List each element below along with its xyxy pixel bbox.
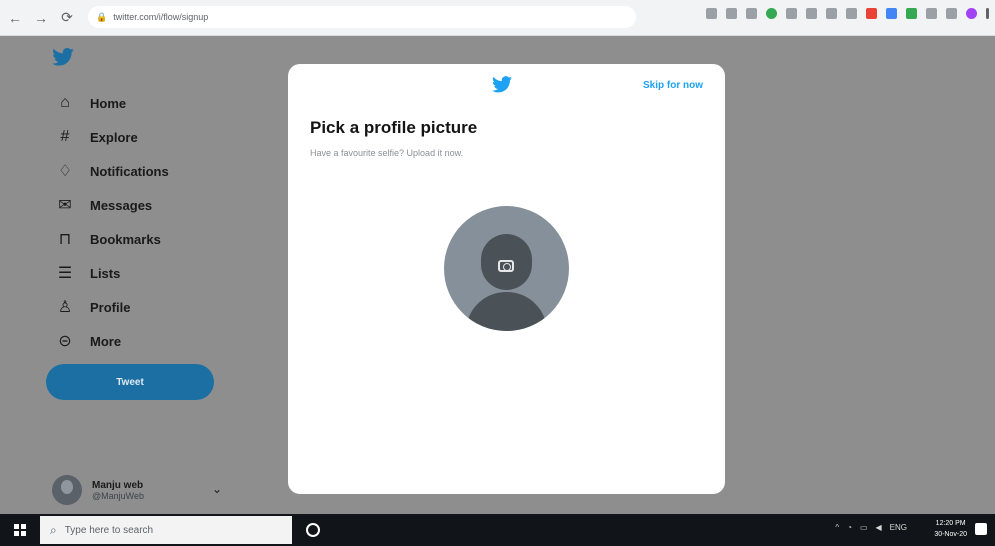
extension-icon[interactable] (766, 8, 777, 19)
sidebar-item-explore[interactable]: # Explore (54, 122, 138, 152)
extension-icon[interactable] (846, 8, 857, 19)
forward-icon[interactable]: → (30, 7, 52, 29)
account-switcher[interactable]: Manju web @ManjuWeb ⌄ (52, 472, 232, 508)
extension-icon[interactable] (826, 8, 837, 19)
extension-icon[interactable] (906, 8, 917, 19)
taskbar-search[interactable]: ⌕ Type here to search (40, 516, 292, 544)
profile-picture-upload[interactable] (444, 206, 569, 331)
sidebar-item-lists[interactable]: ☰ Lists (54, 258, 121, 288)
volume-icon[interactable]: ◀ (876, 523, 882, 532)
modal-title: Pick a profile picture (310, 118, 478, 137)
address-bar[interactable]: 🔒 twitter.com/i/flow/signup (88, 6, 636, 28)
sidebar-item-label: Profile (90, 299, 131, 315)
sidebar-item-more[interactable]: ⊝ More (54, 326, 121, 356)
search-placeholder: Type here to search (64, 524, 154, 536)
battery-icon[interactable]: ▭ (860, 523, 868, 532)
bell-icon: ♢ (57, 163, 73, 180)
sidebar-item-label: Lists (90, 265, 121, 281)
sidebar-item-label: More (90, 333, 122, 349)
profile-picture-modal: Skip for now Pick a profile picture Have… (288, 64, 725, 494)
language-indicator[interactable]: ENG (890, 523, 907, 532)
notification-center-icon[interactable] (975, 523, 987, 535)
person-icon: ♙ (57, 299, 73, 316)
browser-toolbar: ← → ⟳ 🔒 twitter.com/i/flow/signup (0, 0, 995, 36)
avatar (52, 475, 82, 505)
sidebar-item-label: Bookmarks (90, 231, 161, 247)
sidebar-item-bookmarks[interactable]: ⊓ Bookmarks (54, 224, 161, 254)
puzzle-icon[interactable] (926, 8, 937, 19)
clock-date: 30-Nov-20 (934, 531, 967, 538)
extension-icon[interactable] (866, 8, 877, 19)
list-icon: ☰ (57, 265, 73, 282)
chevron-up-icon[interactable]: ^ (835, 523, 839, 532)
key-icon[interactable] (706, 8, 717, 19)
sidebar-item-home[interactable]: ⌂ Home (54, 88, 126, 118)
modal-subtitle: Have a favourite selfie? Upload it now. (310, 148, 464, 158)
sidebar-item-label: Home (90, 95, 127, 111)
menu-dots-icon[interactable] (986, 8, 989, 19)
windows-logo-icon (14, 524, 26, 536)
account-info: Manju web @ManjuWeb (92, 480, 144, 501)
home-icon: ⌂ (60, 94, 70, 111)
skip-for-now-button[interactable]: Skip for now (643, 80, 703, 91)
envelope-icon: ✉ (58, 197, 72, 214)
network-icon[interactable]: ◔ (847, 523, 852, 532)
camera-icon[interactable] (498, 260, 514, 272)
sidebar: ⌂ Home # Explore ♢ Notifications ✉ Messa… (44, 44, 244, 506)
sidebar-item-label: Explore (90, 129, 138, 145)
taskbar-clock[interactable]: 12:20 PM 30-Nov-20 (934, 518, 967, 540)
back-icon[interactable]: ← (4, 7, 26, 29)
tweet-button[interactable]: Tweet (46, 364, 214, 400)
url-text: twitter.com/i/flow/signup (113, 12, 209, 22)
extension-icon[interactable] (886, 8, 897, 19)
extension-icon[interactable] (786, 8, 797, 19)
extension-icon[interactable] (806, 8, 817, 19)
share-icon[interactable] (726, 8, 737, 19)
cortana-icon[interactable] (306, 523, 320, 537)
sidebar-item-notifications[interactable]: ♢ Notifications (54, 156, 169, 186)
extensions-area (706, 8, 989, 19)
account-handle: @ManjuWeb (92, 490, 144, 501)
start-button[interactable] (0, 514, 40, 546)
more-icon: ⊝ (58, 333, 72, 350)
default-avatar-body (466, 292, 547, 331)
account-name: Manju web (92, 479, 144, 491)
bookmark-icon: ⊓ (58, 231, 72, 248)
windows-taskbar: ⌕ Type here to search ^ ◔ ▭ ◀ ENG 12:20 … (0, 514, 995, 546)
hashtag-icon: # (60, 128, 70, 145)
reload-icon[interactable]: ⟳ (56, 7, 78, 29)
twitter-logo-icon (492, 76, 512, 98)
star-icon[interactable] (746, 8, 757, 19)
sidebar-item-messages[interactable]: ✉ Messages (54, 190, 152, 220)
search-icon: ⌕ (50, 522, 57, 537)
sidebar-item-label: Messages (90, 197, 153, 213)
sidebar-item-label: Notifications (90, 163, 169, 179)
profile-avatar-icon[interactable] (966, 8, 977, 19)
clock-time: 12:20 PM (935, 520, 966, 527)
twitter-logo-icon[interactable] (52, 48, 74, 71)
page-overlay: ⌂ Home # Explore ♢ Notifications ✉ Messa… (0, 36, 995, 514)
lock-icon: 🔒 (96, 11, 108, 22)
extension-icon[interactable] (946, 8, 957, 19)
sidebar-item-profile[interactable]: ♙ Profile (54, 292, 131, 322)
chevron-down-icon: ⌄ (211, 482, 222, 496)
